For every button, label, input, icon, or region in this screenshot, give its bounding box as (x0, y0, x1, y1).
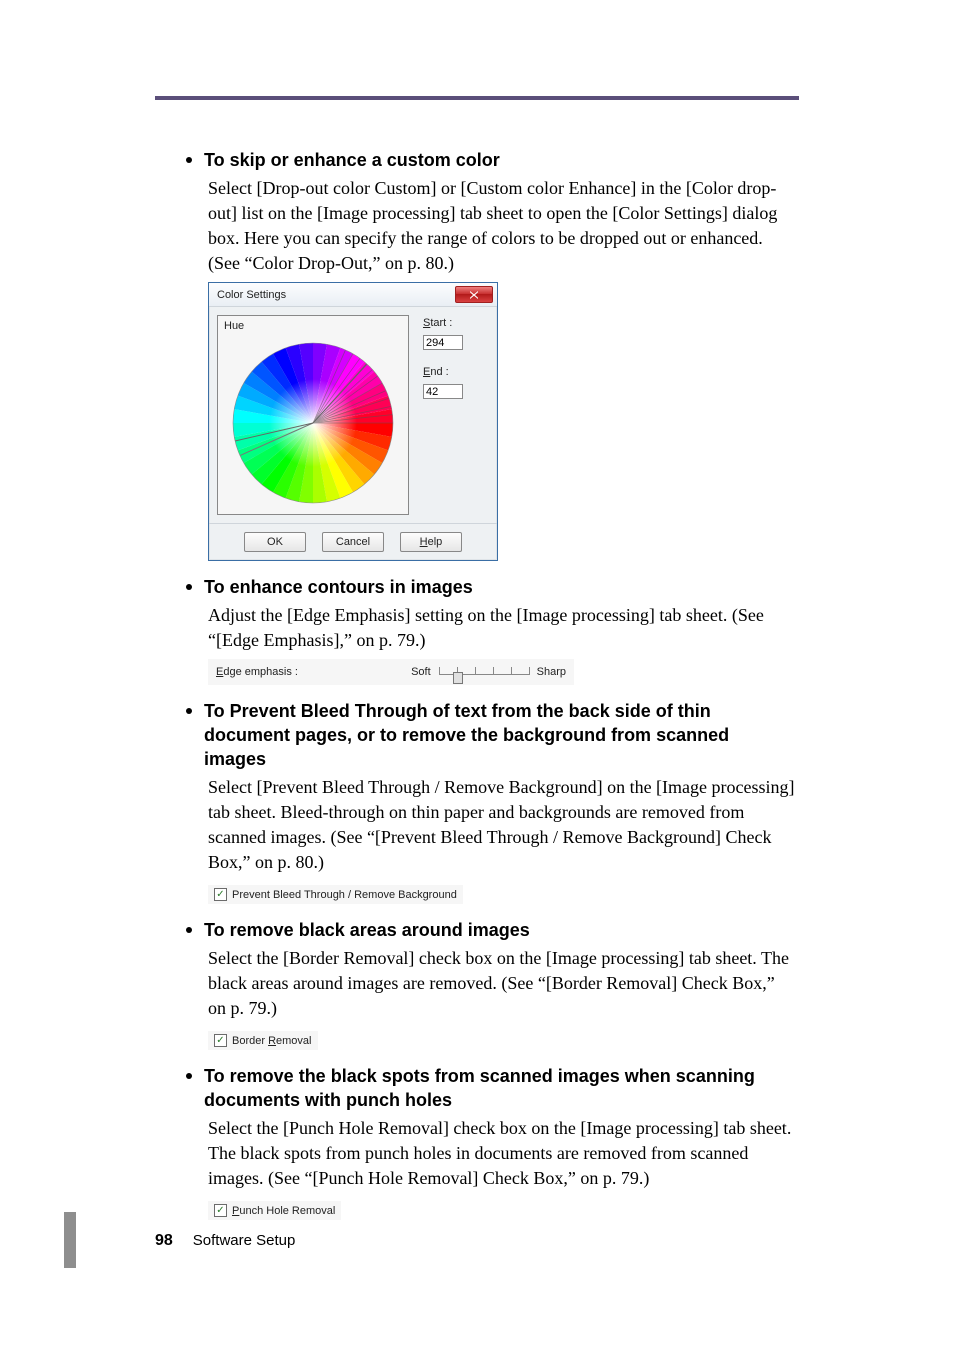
section-body: Adjust the [Edge Emphasis] setting on th… (208, 603, 796, 653)
bleed-checkbox-figure: ✓ Prevent Bleed Through / Remove Backgro… (208, 885, 463, 904)
color-settings-figure: Color Settings Hue (208, 282, 796, 561)
hue-wheel[interactable] (228, 338, 398, 508)
border-post: emoval (276, 1035, 311, 1047)
section-punch: To remove the black spots from scanned i… (180, 1064, 796, 1112)
checkbox-icon[interactable]: ✓ (214, 888, 227, 901)
section-body: Select the [Border Removal] check box on… (208, 946, 796, 1021)
section-bleed: To Prevent Bleed Through of text from th… (180, 699, 796, 771)
bullet-icon (186, 584, 192, 590)
end-label: End : (423, 366, 463, 378)
edge-emphasis-slider-group: Soft Sharp (411, 664, 566, 680)
border-checkbox-figure: ✓ Border Removal (208, 1031, 318, 1050)
section-title: To remove the black spots from scanned i… (204, 1064, 796, 1112)
section-contours: To enhance contours in images (180, 575, 796, 599)
page-footer: 98 Software Setup (155, 1232, 295, 1250)
bullet-icon (186, 708, 192, 714)
header-rule (155, 96, 799, 100)
bullet-icon (186, 157, 192, 163)
start-label: Start : (423, 317, 463, 329)
page-number: 98 (155, 1232, 173, 1250)
dialog-title-text: Color Settings (217, 289, 286, 301)
section-title: To Prevent Bleed Through of text from th… (204, 699, 796, 771)
start-label-rest: tart : (430, 317, 452, 329)
hue-label: Hue (224, 320, 402, 332)
border-checkbox-label: Border Removal (232, 1035, 312, 1047)
ee-label-rest: dge emphasis : (223, 666, 298, 678)
punch-checkbox-figure: ✓ Punch Hole Removal (208, 1201, 341, 1220)
soft-label: Soft (411, 666, 431, 678)
hue-panel: Hue (217, 315, 409, 515)
dialog-body: Hue (209, 307, 497, 523)
side-tab (64, 1212, 76, 1268)
hue-row: Hue (217, 315, 489, 515)
checkbox-icon[interactable]: ✓ (214, 1034, 227, 1047)
punch-checkbox-label: Punch Hole Removal (232, 1205, 335, 1217)
checkbox-icon[interactable]: ✓ (214, 1204, 227, 1217)
help-button[interactable]: Help (400, 532, 462, 552)
end-label-rest: nd : (430, 366, 448, 378)
sharp-label: Sharp (537, 666, 566, 678)
hue-wheel-svg (228, 338, 398, 508)
main-content: To skip or enhance a custom color Select… (180, 148, 796, 1234)
ok-button[interactable]: OK (244, 532, 306, 552)
section-body: Select the [Punch Hole Removal] check bo… (208, 1116, 796, 1191)
section-body: Select [Drop-out color Custom] or [Custo… (208, 176, 796, 276)
section-title: To enhance contours in images (204, 575, 473, 599)
section-border: To remove black areas around images (180, 918, 796, 942)
dialog-titlebar: Color Settings (209, 283, 497, 307)
punch-post: unch Hole Removal (239, 1205, 335, 1217)
bleed-checkbox-label: Prevent Bleed Through / Remove Backgroun… (232, 889, 457, 901)
document-page: To skip or enhance a custom color Select… (0, 0, 954, 1348)
edge-emphasis-label: Edge emphasis : (216, 666, 298, 678)
section-skip-enhance: To skip or enhance a custom color (180, 148, 796, 172)
help-rest: elp (428, 536, 443, 548)
section-title: To skip or enhance a custom color (204, 148, 500, 172)
edge-emphasis-figure: Edge emphasis : Soft Sharp (208, 659, 796, 685)
section-name: Software Setup (193, 1232, 296, 1249)
border-u: R (268, 1035, 276, 1047)
section-body: Select [Prevent Bleed Through / Remove B… (208, 775, 796, 875)
bullet-icon (186, 1073, 192, 1079)
edge-emphasis-slider[interactable] (439, 664, 529, 680)
dialog-footer: OK Cancel Help (209, 523, 497, 560)
edge-emphasis-control: Edge emphasis : Soft Sharp (208, 659, 574, 685)
bullet-icon (186, 927, 192, 933)
start-input[interactable] (423, 335, 463, 350)
border-pre: Border (232, 1035, 268, 1047)
end-input[interactable] (423, 384, 463, 399)
cancel-button[interactable]: Cancel (322, 532, 384, 552)
color-settings-dialog: Color Settings Hue (208, 282, 498, 561)
section-title: To remove black areas around images (204, 918, 530, 942)
x-glyph (469, 291, 479, 299)
slider-thumb[interactable] (453, 672, 463, 684)
hue-side-fields: Start : End : (423, 315, 463, 515)
close-icon[interactable] (455, 286, 493, 303)
